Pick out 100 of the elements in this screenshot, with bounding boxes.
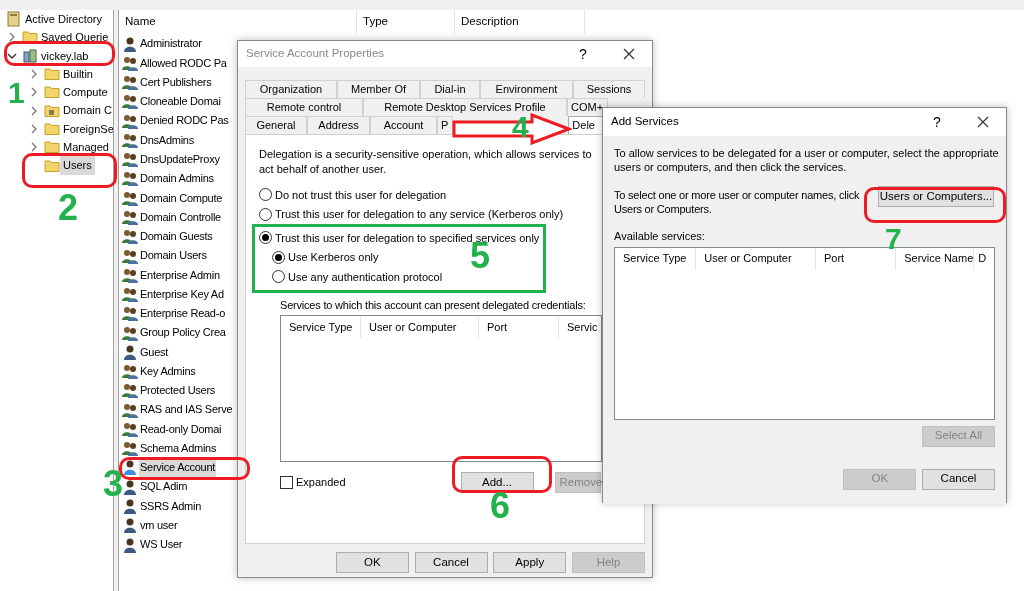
checkbox-label[interactable]: Expanded bbox=[296, 474, 346, 491]
tree-item[interactable]: Domain C bbox=[60, 101, 113, 120]
tab[interactable]: Remote Desktop Services Profile bbox=[363, 98, 567, 116]
chevron-right-icon[interactable] bbox=[30, 123, 38, 134]
radio-button[interactable] bbox=[272, 250, 285, 264]
list-item[interactable]: Enterprise Read-o bbox=[139, 304, 227, 323]
group-icon bbox=[122, 93, 138, 110]
list-item[interactable]: Domain Compute bbox=[139, 188, 224, 207]
tab[interactable]: Dele bbox=[568, 116, 604, 134]
tab[interactable]: Sessions bbox=[573, 80, 645, 98]
close-icon[interactable] bbox=[623, 48, 635, 60]
folder-icon bbox=[44, 84, 60, 101]
tree-item[interactable]: Saved Querie bbox=[38, 28, 112, 47]
group-icon bbox=[122, 74, 138, 91]
list-item[interactable]: Key Admins bbox=[139, 361, 197, 381]
radio-label[interactable]: Do not trust this user for delegation bbox=[275, 186, 447, 203]
column-header[interactable]: Service Name bbox=[896, 247, 975, 270]
radio-label[interactable]: Use any authentication protocol bbox=[288, 268, 443, 285]
chevron-right-icon[interactable] bbox=[30, 69, 38, 80]
list-item[interactable]: Cert Publishers bbox=[139, 72, 213, 92]
column-header[interactable]: Port bbox=[479, 316, 559, 338]
group-icon bbox=[122, 401, 138, 418]
dialog-button[interactable]: Users or Computers... bbox=[878, 186, 994, 207]
list-item[interactable]: Domain Users bbox=[139, 246, 208, 265]
tab[interactable]: Dial-in bbox=[420, 80, 480, 98]
column-header[interactable]: Service Type bbox=[615, 247, 697, 270]
folder-icon bbox=[44, 102, 60, 119]
list-item[interactable]: WS User bbox=[139, 535, 184, 554]
tab[interactable]: P bbox=[437, 116, 454, 134]
list-item[interactable]: Enterprise Key Ad bbox=[139, 284, 225, 304]
column-header[interactable]: Name bbox=[119, 10, 357, 34]
column-header[interactable]: D bbox=[974, 247, 994, 270]
group-icon bbox=[122, 382, 138, 399]
column-header[interactable]: User or Computer bbox=[361, 316, 479, 338]
list-item[interactable]: Domain Controlle bbox=[139, 207, 222, 227]
tab[interactable]: Member Of bbox=[337, 80, 420, 98]
column-header[interactable]: Type bbox=[357, 10, 455, 34]
chevron-right-icon[interactable] bbox=[30, 142, 38, 153]
tab[interactable]: Address bbox=[307, 116, 370, 134]
list-item[interactable]: RAS and IAS Serve bbox=[139, 400, 234, 419]
list-item[interactable]: Read-only Domai bbox=[139, 419, 223, 439]
chevron-right-icon[interactable] bbox=[30, 87, 38, 98]
radio-label[interactable]: Use Kerberos only bbox=[288, 249, 379, 266]
checkbox[interactable] bbox=[280, 476, 293, 489]
chevron-down-icon[interactable] bbox=[7, 51, 17, 60]
list-item[interactable]: Protected Users bbox=[139, 381, 217, 400]
dialog-button[interactable]: Cancel bbox=[414, 552, 488, 573]
column-header[interactable]: Description bbox=[455, 10, 585, 34]
chevron-right-icon[interactable] bbox=[30, 105, 38, 116]
services-list[interactable]: Service Type User or Computer Port Servic bbox=[280, 315, 602, 462]
radio-button[interactable] bbox=[272, 270, 285, 284]
tab[interactable]: Remote control bbox=[245, 98, 363, 116]
radio-button[interactable] bbox=[259, 207, 272, 221]
radio-label[interactable]: Trust this user for delegation to any service (Kerberos only) bbox=[275, 206, 564, 223]
list-item[interactable]: Domain Guests bbox=[139, 227, 214, 246]
tree-item[interactable]: ForeignSe bbox=[60, 119, 113, 139]
tab[interactable]: Organization bbox=[245, 80, 337, 98]
column-header[interactable]: User or Computer bbox=[696, 247, 816, 270]
radio-button[interactable] bbox=[259, 231, 272, 245]
window-title: Add Services bbox=[611, 114, 680, 130]
group-icon bbox=[122, 324, 138, 341]
list-item[interactable]: Schema Admins bbox=[139, 438, 218, 458]
dialog-button[interactable]: OK bbox=[335, 552, 409, 573]
column-header[interactable]: Service Type bbox=[281, 316, 361, 338]
tree-item[interactable]: Compute bbox=[60, 83, 111, 102]
help-glyph[interactable]: ? bbox=[560, 43, 606, 65]
tree-item[interactable]: Builtin bbox=[60, 64, 96, 84]
list-item[interactable]: Guest bbox=[139, 342, 170, 362]
list-item[interactable]: DnsUpdateProxy bbox=[139, 149, 221, 169]
tree-item[interactable]: vickey.lab bbox=[38, 46, 92, 65]
group-icon bbox=[122, 305, 138, 322]
list-item[interactable]: Domain Admins bbox=[139, 169, 215, 188]
tree-item[interactable]: Managed bbox=[60, 138, 112, 157]
tab[interactable]: Account bbox=[370, 116, 437, 134]
list-item[interactable]: vm user bbox=[139, 516, 179, 535]
tree-item[interactable]: Users bbox=[60, 156, 95, 175]
list-item[interactable]: Cloneable Domai bbox=[139, 92, 222, 111]
dialog-button[interactable]: Cancel bbox=[922, 468, 995, 490]
chevron-right-icon[interactable] bbox=[8, 32, 16, 43]
user-icon bbox=[122, 498, 138, 514]
tree-item[interactable]: Active Directory bbox=[22, 10, 106, 29]
close-icon[interactable] bbox=[977, 116, 989, 128]
tab[interactable]: General bbox=[245, 116, 307, 134]
list-item[interactable]: Allowed RODC Pa bbox=[139, 53, 228, 73]
user-icon bbox=[122, 343, 138, 360]
radio-button[interactable] bbox=[259, 188, 272, 202]
list-item[interactable]: Administrator bbox=[139, 34, 203, 53]
help-glyph[interactable]: ? bbox=[914, 111, 960, 133]
folder-icon bbox=[44, 139, 60, 156]
list-item[interactable]: SSRS Admin bbox=[139, 496, 203, 516]
list-item[interactable]: DnsAdmins bbox=[139, 130, 195, 150]
tab[interactable]: Environment bbox=[480, 80, 573, 98]
dialog-button[interactable]: Apply bbox=[493, 552, 567, 573]
column-header[interactable]: Servic bbox=[559, 316, 599, 338]
list-item[interactable]: Group Policy Crea bbox=[139, 323, 227, 342]
list-item[interactable]: Denied RODC Pas bbox=[139, 111, 230, 130]
list-item[interactable]: SQL Adim bbox=[139, 477, 189, 496]
tab[interactable]: COM+ bbox=[567, 98, 609, 116]
list-item[interactable]: Enterprise Admin bbox=[139, 265, 221, 285]
directory-icon bbox=[6, 11, 22, 28]
